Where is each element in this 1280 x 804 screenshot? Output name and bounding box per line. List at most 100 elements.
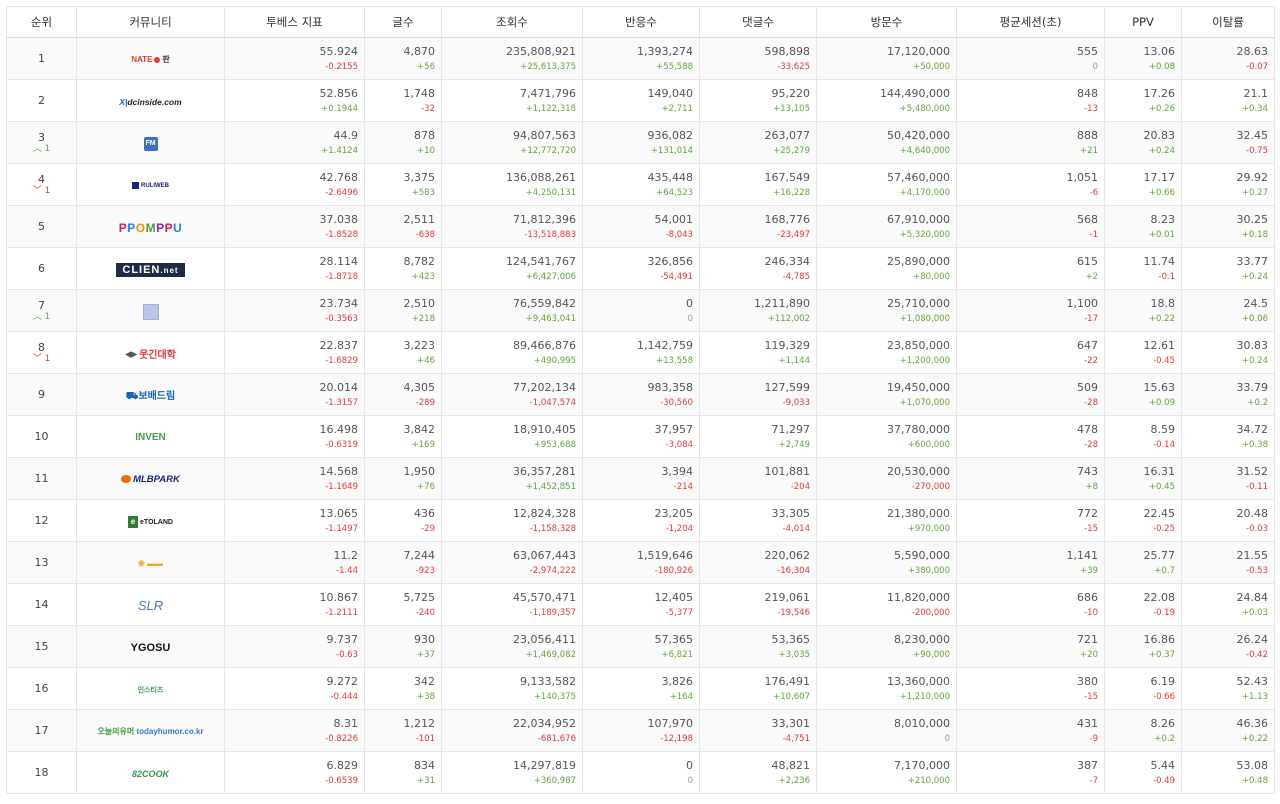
inven-logo[interactable]: INVEN [135, 427, 166, 446]
bounce-rate-delta: +0.27 [1241, 187, 1268, 198]
view-count-value: 77,202,134 [513, 380, 576, 394]
tobes-index-cell: 37.038 -1.8528 [224, 205, 365, 248]
chevron-down-icon: ﹀ [32, 353, 42, 364]
table-row[interactable]: 8 ﹀ 1 웃긴대학 22.837 -1.6829 3,223 +46 89,466,876 +… [6, 331, 1275, 374]
todayhumor-logo[interactable]: 오늘의유머 todayhumor.co.kr [97, 721, 203, 740]
avg-session-cell: 743 +8 [956, 457, 1105, 500]
table-row[interactable]: 5 PPOMPPU 37.038 -1.8528 2,511 -638 71,812,396… [6, 205, 1275, 248]
reaction-count-cell: 00 [582, 289, 700, 332]
community-cell[interactable]: NATE 판 [76, 37, 225, 80]
ppv-cell: 25.77 +0.7 [1104, 541, 1182, 584]
dcinside-logo[interactable]: X|dcinside.com [119, 91, 181, 110]
table-row[interactable]: 15 YGOSU 9.737 -0.63 930 +37 23,056,411 +1,469,… [6, 625, 1275, 668]
table-row[interactable]: 6 CLIEN.net 28.114 -1.8718 8,782 +423 124,541,… [6, 247, 1275, 290]
avg-session-cell: 568 -1 [956, 205, 1105, 248]
fmkorea-logo[interactable]: FM [143, 133, 158, 152]
column-header-rank[interactable]: 순위 [6, 6, 77, 38]
view-count-cell: 94,807,563 +12,772,720 [441, 121, 583, 164]
reaction-count-value: 0 [686, 758, 693, 772]
tobes-index-cell: 28.114 -1.8718 [224, 247, 365, 290]
nate-pann-logo[interactable]: NATE 판 [131, 49, 170, 68]
column-header-ppv[interactable]: PPV [1104, 6, 1182, 38]
reaction-count-value: 37,957 [654, 422, 694, 436]
community-cell[interactable]: FM [76, 121, 225, 164]
bounce-rate-cell: 34.72 +0.38 [1181, 415, 1275, 458]
community-cell[interactable]: X|dcinside.com [76, 79, 225, 122]
column-header-bounce-rate[interactable]: 이탈률 [1181, 6, 1275, 38]
community-cell[interactable]: 오늘의유머 todayhumor.co.kr [76, 709, 225, 752]
community-cell[interactable]: ❀ ▬▬ [76, 541, 225, 584]
post-count-value: 1,748 [403, 86, 436, 100]
theqoo-logo[interactable] [142, 301, 159, 320]
post-count-value: 7,244 [403, 548, 436, 562]
community-cell[interactable]: SLR [76, 583, 225, 626]
table-row[interactable]: 10 INVEN 16.498 -0.6319 3,842 +169 18,910,405 +… [6, 415, 1275, 458]
tobes-index-value: 6.829 [326, 758, 359, 772]
ppv-value: 8.59 [1150, 422, 1176, 436]
community-cell[interactable]: 웃긴대학 [76, 331, 225, 374]
column-header-post-count[interactable]: 글수 [364, 6, 442, 38]
tobes-index-value: 16.498 [319, 422, 359, 436]
post-count-value: 3,223 [403, 338, 436, 352]
visit-count-delta: +1,200,000 [899, 355, 950, 366]
table-row[interactable]: 2 X|dcinside.com 52.856 +0.1944 1,748 -32 7,47… [6, 79, 1275, 122]
humoruniv-logo[interactable]: 웃긴대학 [125, 343, 176, 362]
bounce-rate-cell: 33.79 +0.2 [1181, 373, 1275, 416]
column-header-visit-count[interactable]: 방문수 [816, 6, 957, 38]
comment-count-delta: -204 [790, 481, 810, 492]
etoland-logo[interactable]: e eTOLAND [128, 511, 173, 530]
table-row[interactable]: 18 82COOK 6.829 -0.6539 834 +31 14,297,819 +360… [6, 751, 1275, 794]
table-row[interactable]: 13 ❀ ▬▬ 11.2 -1.44 7,244 -923 63,067,443 -2,974… [6, 541, 1275, 584]
comment-count-value: 101,881 [764, 464, 811, 478]
table-row[interactable]: 11 MLBPARK 14.568 -1.1649 1,950 +76 36,357,281… [6, 457, 1275, 500]
community-cell[interactable]: 82COOK [76, 751, 225, 794]
table-row[interactable]: 16 인스티즈 9.272 -0.444 342 +38 9,133,582 +140,375… [6, 667, 1275, 710]
column-header-community[interactable]: 커뮤니티 [76, 6, 225, 38]
table-row[interactable]: 17 오늘의유머 todayhumor.co.kr 8.31 -0.8226 1,212… [6, 709, 1275, 752]
reaction-count-cell: 00 [582, 751, 700, 794]
community-cell[interactable]: ⛟보배드림 [76, 373, 225, 416]
82cook-small-logo[interactable]: ❀ ▬▬ [138, 553, 163, 572]
table-row[interactable]: 9 ⛟보배드림 20.014 -1.3157 4,305 -289 77,202,134 -1… [6, 373, 1275, 416]
column-header-reaction-count[interactable]: 반응수 [582, 6, 700, 38]
table-row[interactable]: 14 SLR 10.867 -1.2111 5,725 -240 45,570,471 -1,… [6, 583, 1275, 626]
rank-cell: 5 [6, 205, 77, 248]
ruliweb-logo[interactable]: RULIWEB [132, 175, 169, 194]
tobes-index-cell: 44.9 +1.4124 [224, 121, 365, 164]
table-row[interactable]: 3 ︿ 1 FM 44.9 +1.4124 878 +10 94,807,563 +12,772… [6, 121, 1275, 164]
rank-number: 2 [38, 94, 45, 107]
table-row[interactable]: 12 e eTOLAND 13.065 -1.1497 436 -29 12,824,328-… [6, 499, 1275, 542]
column-header-tobes-index[interactable]: 투베스 지표 [224, 6, 365, 38]
slr-logo[interactable]: SLR [138, 595, 163, 614]
post-count-delta: -29 [421, 523, 435, 534]
ygosu-logo[interactable]: YGOSU [131, 637, 171, 656]
reaction-count-delta: 0 [687, 775, 693, 786]
instiz-logo[interactable]: 인스티즈 [138, 679, 164, 698]
ppomppu-logo[interactable]: PPOMPPU [119, 217, 183, 236]
column-header-comment-count[interactable]: 댓글수 [699, 6, 817, 38]
column-header-view-count[interactable]: 조회수 [441, 6, 583, 38]
bobaedream-logo[interactable]: ⛟보배드림 [126, 385, 175, 404]
avg-session-cell: 1,051 -6 [956, 163, 1105, 206]
community-cell[interactable]: RULIWEB [76, 163, 225, 206]
table-row[interactable]: 1 NATE 판 55.924 -0.2155 4,870 +56 235,808,921 +2… [6, 37, 1275, 80]
reaction-count-delta: -12,198 [660, 733, 693, 744]
community-cell[interactable]: INVEN [76, 415, 225, 458]
community-cell[interactable]: e eTOLAND [76, 499, 225, 542]
avg-session-delta: +21 [1080, 145, 1098, 156]
community-cell[interactable]: MLBPARK [76, 457, 225, 500]
column-header-avg-session[interactable]: 평균세션(초) [956, 6, 1105, 38]
community-cell[interactable]: CLIEN.net [76, 247, 225, 290]
community-cell[interactable]: 인스티즈 [76, 667, 225, 710]
avg-session-delta: -9 [1089, 733, 1098, 744]
community-cell[interactable] [76, 289, 225, 332]
tobes-index-value: 22.837 [319, 338, 359, 352]
82cook-logo[interactable]: 82COOK [132, 763, 169, 782]
table-row[interactable]: 7 ︿ 1 23.734 -0.3563 2,510 +218 76,559,842 +9,4… [6, 289, 1275, 332]
community-cell[interactable]: PPOMPPU [76, 205, 225, 248]
mlbpark-logo[interactable]: MLBPARK [121, 469, 180, 488]
table-row[interactable]: 4 ﹀ 1 RULIWEB 42.768 -2.6496 3,375 +583 136,088… [6, 163, 1275, 206]
community-cell[interactable]: YGOSU [76, 625, 225, 668]
clien-logo[interactable]: CLIEN.net [116, 259, 185, 278]
post-count-value: 878 [414, 128, 435, 142]
